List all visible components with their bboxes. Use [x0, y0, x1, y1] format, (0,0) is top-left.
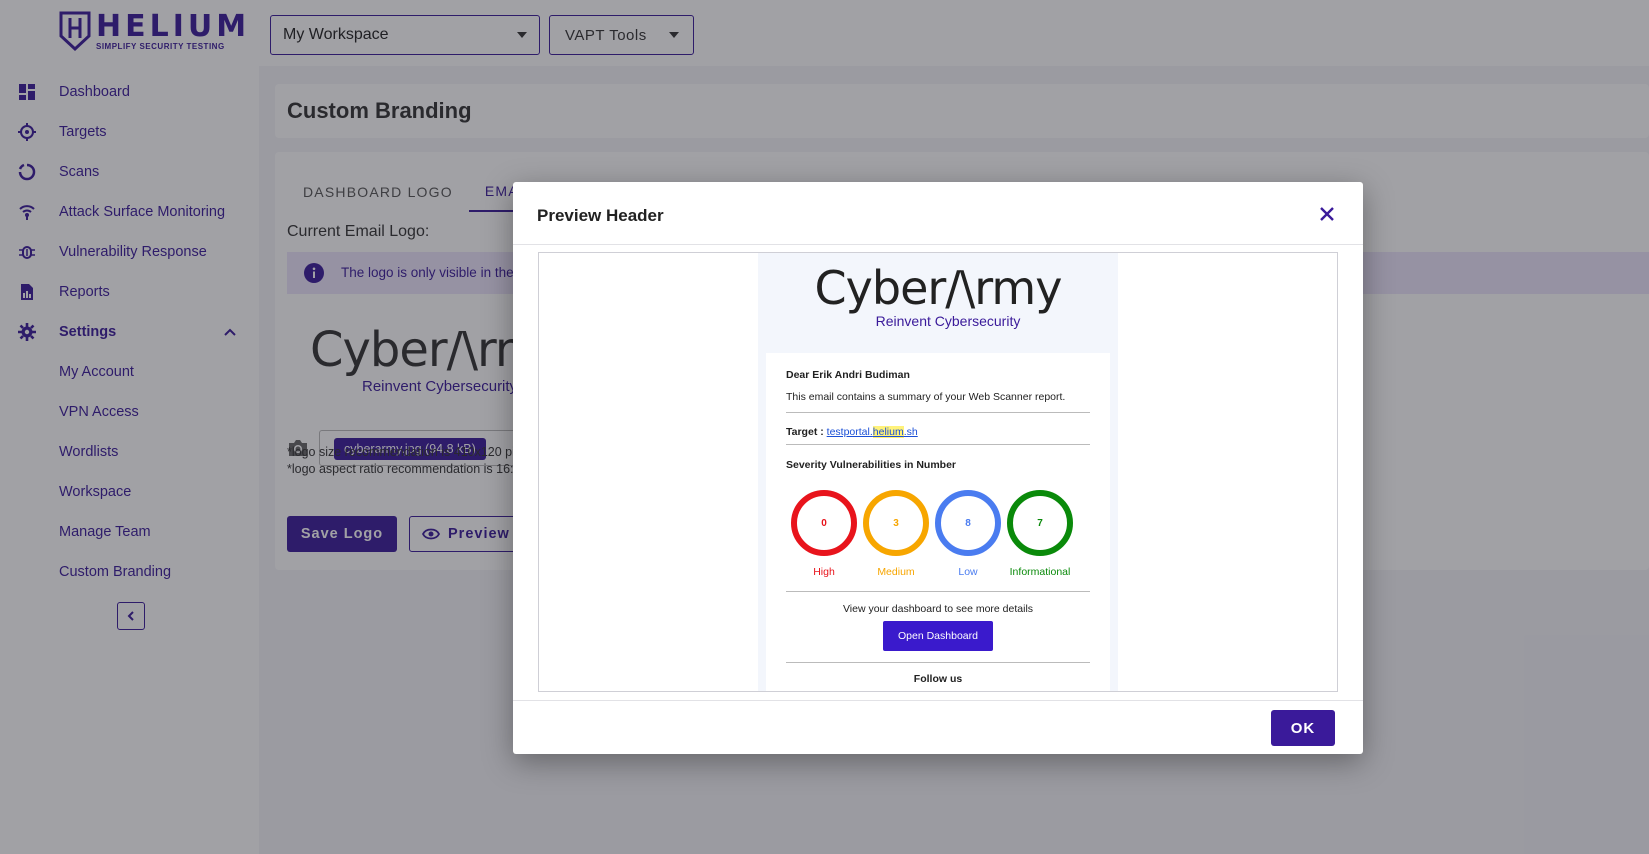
preview-header-dialog: Preview Header Cyber/\rmy Reinvent Cyber…: [513, 182, 1363, 754]
divider: [786, 591, 1090, 592]
ok-button[interactable]: OK: [1271, 710, 1335, 746]
severity-ring-medium: 3: [863, 490, 929, 556]
target-post: .sh: [903, 426, 918, 438]
target-link[interactable]: testportal.helium.sh: [827, 426, 918, 438]
divider: [786, 444, 1090, 445]
email-preview: Cyber/\rmy Reinvent Cybersecurity Dear E…: [758, 253, 1118, 691]
severity-label-informational: Informational: [1009, 566, 1071, 578]
email-follow-us: Follow us: [913, 673, 963, 685]
dialog-header: Preview Header: [513, 182, 1363, 245]
email-target: Target : testportal.helium.sh: [786, 426, 918, 438]
target-pre: testportal.: [826, 426, 873, 438]
email-greeting: Dear Erik Andri Budiman: [786, 369, 910, 381]
open-dashboard-button[interactable]: Open Dashboard: [883, 621, 993, 651]
dialog-footer: OK: [513, 700, 1363, 754]
close-icon[interactable]: [1317, 204, 1337, 224]
email-logo: Cyber/\rmy Reinvent Cybersecurity: [758, 263, 1118, 329]
email-body: Dear Erik Andri Budiman This email conta…: [766, 353, 1110, 691]
severity-ring-informational: 7: [1007, 490, 1073, 556]
target-label: Target :: [786, 426, 824, 438]
dialog-title: Preview Header: [537, 206, 664, 225]
divider: [786, 662, 1090, 663]
severity-title: Severity Vulnerabilities in Number: [786, 459, 956, 471]
target-highlight: helium: [872, 426, 904, 438]
email-logo-wordmark: Cyber/\rmy: [814, 261, 1063, 315]
divider: [786, 412, 1090, 413]
severity-ring-high: 0: [791, 490, 857, 556]
email-view-text: View your dashboard to see more details: [842, 603, 1034, 615]
email-preview-frame[interactable]: Cyber/\rmy Reinvent Cybersecurity Dear E…: [538, 252, 1338, 692]
email-logo-subtitle: Reinvent Cybersecurity: [875, 313, 1021, 329]
severity-ring-low: 8: [935, 490, 1001, 556]
email-description: This email contains a summary of your We…: [786, 391, 1066, 403]
